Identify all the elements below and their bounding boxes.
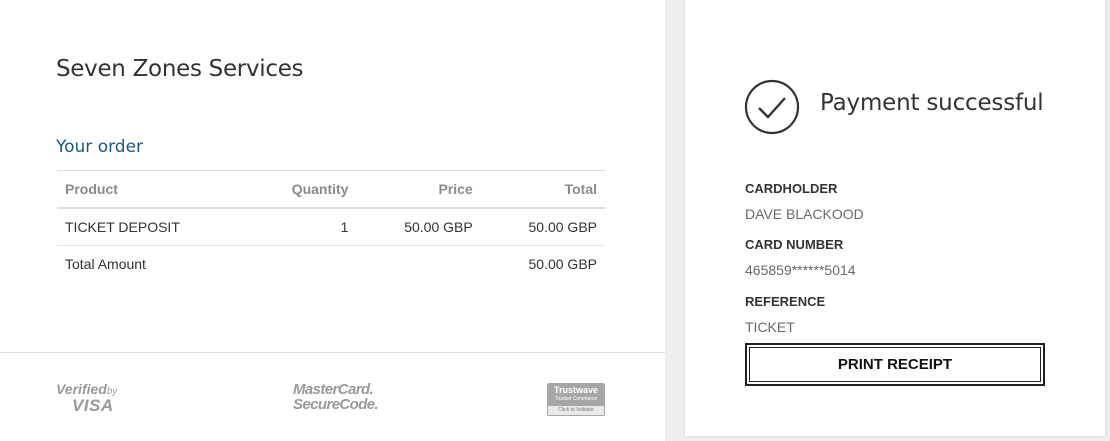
reference-value: TICKET [745,319,795,335]
column-header-quantity: Quantity [249,170,357,209]
order-table: Product Quantity Price Total TICKET DEPO… [57,170,605,282]
item-price: 50.00 GBP [356,208,481,246]
order-title: Your order [56,137,144,157]
table-row: TICKET DEPOSIT 1 50.00 GBP 50.00 GBP [57,208,605,246]
item-quantity: 1 [249,208,357,246]
footer-divider [0,352,665,353]
cardholder-value: DAVE BLACKOOD [745,206,864,222]
mastercard-securecode-logo: MasterCard. SecureCode. [293,381,379,413]
check-circle-icon [744,79,800,135]
column-header-price: Price [356,170,481,209]
card-number-value: 465859******5014 [745,262,856,278]
total-empty-cell [356,246,480,283]
item-product: TICKET DEPOSIT [57,208,250,246]
cardholder-label: CARDHOLDER [745,181,838,196]
total-amount-label: Total Amount [65,256,146,272]
verified-by-visa-logo: Verifiedby VISA [56,381,118,415]
payment-result-panel: Payment successful CARDHOLDER DAVE BLACK… [685,0,1105,436]
merchant-name: Seven Zones Services [56,56,304,82]
column-header-total: Total [480,170,605,209]
total-empty-cell [249,246,356,283]
payment-status: Payment successful [820,90,1044,116]
card-number-label: CARD NUMBER [745,237,844,252]
table-header-row: Product Quantity Price Total [57,170,605,209]
order-panel: Seven Zones Services Your order Product … [0,0,665,441]
print-receipt-button[interactable]: PRINT RECEIPT [745,343,1045,386]
total-row: Total Amount 50.00 GBP [57,246,605,283]
reference-label: REFERENCE [745,294,826,309]
total-amount-value: 50.00 GBP [528,256,598,272]
trustwave-seal-logo[interactable]: Trustwave Trusted Commerce Click to Vali… [547,383,605,416]
item-total: 50.00 GBP [480,208,605,246]
column-header-product: Product [57,170,250,209]
